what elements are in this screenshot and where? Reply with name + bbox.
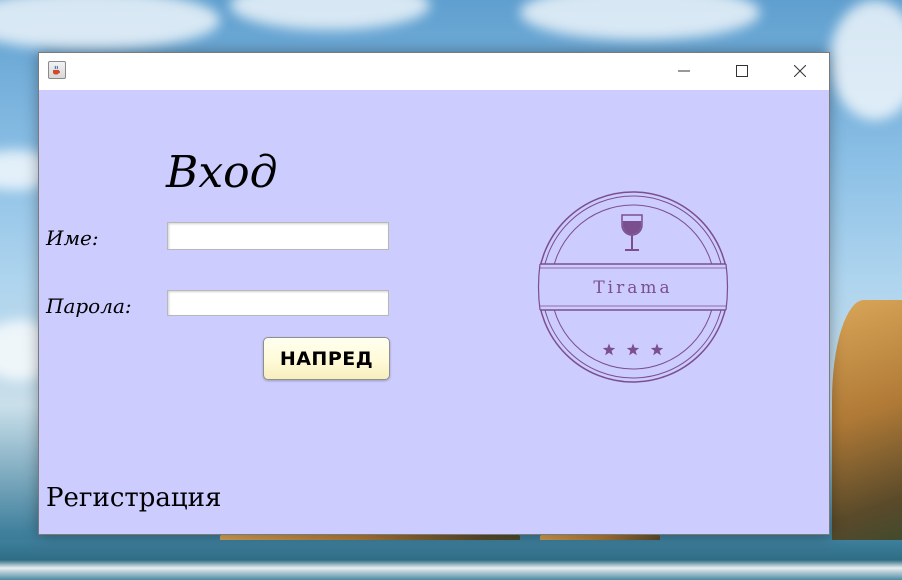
minimize-icon — [678, 70, 690, 72]
brand-logo: Tirama — [537, 191, 729, 383]
java-cup-icon — [48, 61, 66, 79]
register-link[interactable]: Регистрация — [46, 482, 221, 514]
name-label: Име: — [46, 226, 99, 250]
star-icon — [626, 343, 640, 356]
rock-formation — [832, 300, 902, 550]
cloud — [0, 0, 220, 50]
close-button[interactable] — [777, 53, 823, 90]
page-title: Вход — [166, 147, 278, 198]
logo-stars — [602, 343, 664, 356]
logo-brand-text: Tirama — [593, 278, 672, 298]
minimize-button[interactable] — [661, 53, 707, 90]
login-panel: Вход Име: Парола: НАПРЕД Регистрация Tir… — [39, 90, 829, 534]
login-window: Вход Име: Парола: НАПРЕД Регистрация Tir… — [38, 52, 830, 535]
submit-button[interactable]: НАПРЕД — [263, 337, 390, 380]
close-icon — [794, 65, 806, 77]
title-bar[interactable] — [39, 53, 829, 90]
maximize-button[interactable] — [719, 53, 765, 90]
star-icon — [602, 343, 616, 356]
cloud — [230, 0, 430, 30]
cloud — [520, 0, 760, 40]
maximize-icon — [736, 65, 748, 77]
password-label: Парола: — [46, 294, 132, 318]
wine-glass-icon — [621, 214, 643, 251]
star-icon — [650, 343, 664, 356]
cloud — [830, 0, 902, 120]
name-input[interactable] — [167, 222, 389, 250]
password-input[interactable] — [167, 290, 389, 316]
sea — [0, 540, 902, 580]
